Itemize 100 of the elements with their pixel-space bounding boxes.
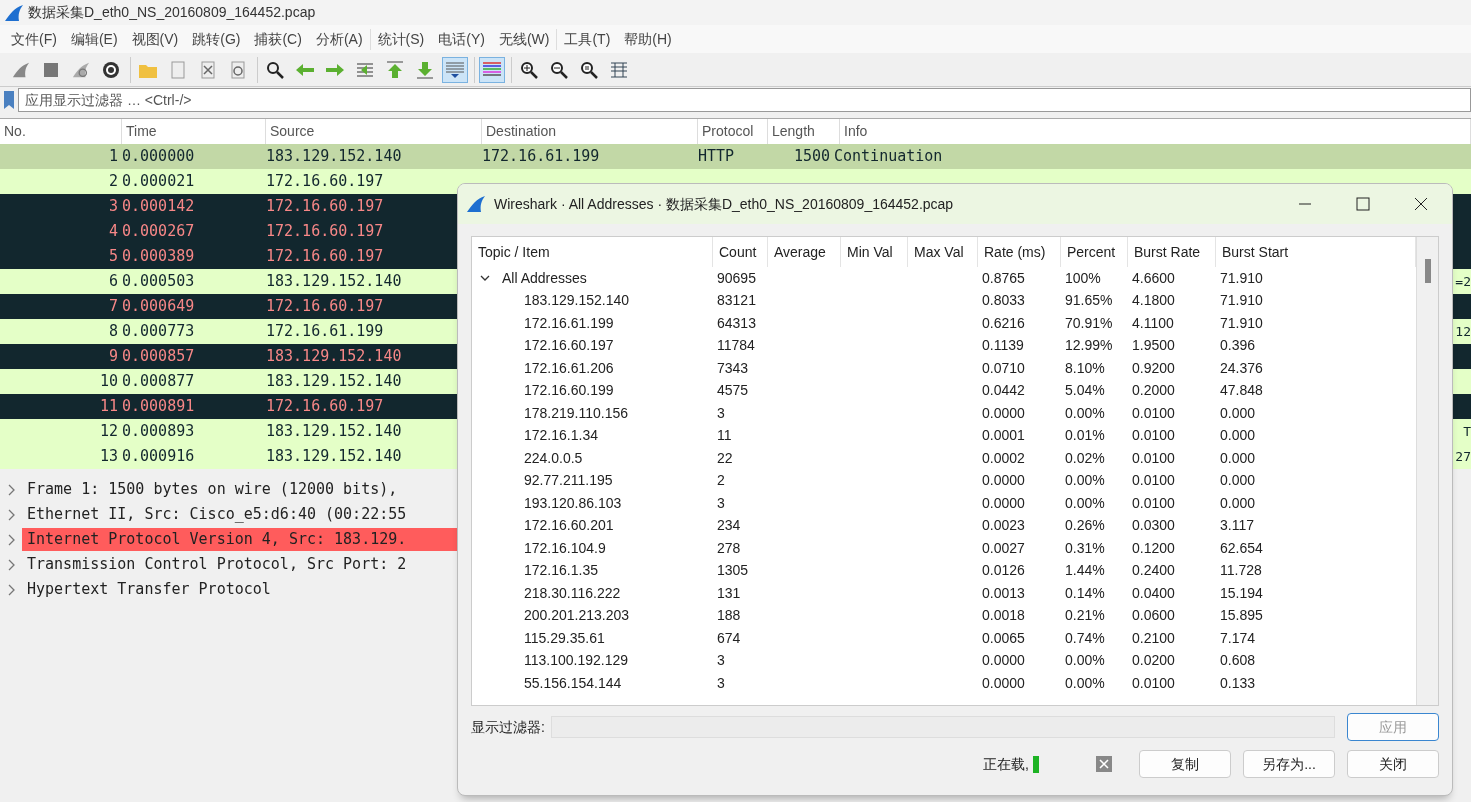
dialog-button[interactable]: 关闭 (1347, 750, 1439, 778)
chevron-right-icon[interactable] (7, 558, 15, 571)
table-cell-text: 0.14% (1064, 583, 1106, 603)
tree-item[interactable]: 172.16.61.199 (524, 312, 614, 334)
chevron-right-icon[interactable] (7, 583, 15, 596)
display-filter-field[interactable]: 应用显示过滤器 … <Ctrl-/> (18, 88, 1471, 112)
tree-item[interactable]: 172.16.1.34 (524, 425, 598, 447)
bookmark-icon[interactable] (2, 90, 16, 110)
tree-item[interactable]: 224.0.0.5 (524, 447, 583, 469)
column-header[interactable]: Average (768, 237, 841, 267)
tree-item[interactable]: 55.156.154.144 (524, 672, 622, 694)
table-cell-text: 7.174 (1219, 628, 1256, 648)
menu-item[interactable]: 视图(V) (124, 28, 186, 50)
tree-item[interactable]: 172.16.60.199 (524, 380, 614, 402)
down-arrow-icon[interactable] (415, 60, 435, 79)
menu-item[interactable]: 捕获(C) (247, 28, 309, 50)
gear-icon[interactable] (102, 60, 120, 79)
table-cell-text: 0.0000 (981, 471, 1026, 491)
table-cell-text: 13 (98, 446, 119, 468)
table-cell-text: 71.910 (1219, 268, 1263, 288)
scrollbar[interactable] (1416, 237, 1438, 705)
menu-item[interactable]: 编辑(E) (63, 28, 125, 50)
packet-row[interactable]: 1 0.000000 183.129.152.140 172.16.61.199 HTTP 1500 Continuation (0, 144, 1471, 169)
column-header[interactable]: Topic / Item (472, 237, 713, 267)
table-cell-text: 0.0400 (1131, 583, 1176, 603)
autoscroll-icon[interactable] (444, 59, 466, 80)
detail-row[interactable]: Hypertext Transfer Protocol (22, 578, 271, 601)
table-cell-text: 0.8033 (981, 291, 1026, 311)
column-header[interactable]: Min Val (841, 237, 908, 267)
tree-item[interactable]: 172.16.60.201 (524, 515, 614, 537)
tree-item[interactable]: 200.201.213.203 (524, 605, 630, 627)
restart-icon[interactable] (72, 60, 90, 79)
stop-icon[interactable] (1095, 755, 1113, 773)
menu-item[interactable]: 帮助(H) (617, 28, 679, 50)
table-cell-text: 0.0126 (981, 561, 1026, 581)
reload-icon[interactable] (229, 60, 247, 79)
tree-item[interactable]: 92.77.211.195 (524, 470, 613, 492)
tree-item[interactable]: 172.16.104.9 (524, 537, 606, 559)
column-header[interactable]: Percent (1061, 237, 1128, 267)
table-cell-text: 0.000000 (122, 146, 196, 168)
tree-item[interactable]: 193.120.86.103 (524, 492, 622, 514)
table-cell-text: 0.0023 (981, 516, 1026, 536)
search-icon[interactable] (266, 60, 284, 79)
stop-icon[interactable] (42, 60, 60, 79)
table-cell-text: 0.000 (1219, 426, 1256, 446)
table-cell-text: 0.0013 (981, 583, 1026, 603)
column-header[interactable]: Max Val (908, 237, 978, 267)
detail-row[interactable]: Ethernet II, Src: Cisco_e5:d6:40 (00:22:55 (22, 503, 407, 526)
shark-fin-icon[interactable] (12, 60, 30, 79)
table-cell-text: =2 (1455, 272, 1471, 291)
detail-row[interactable]: Frame 1: 1500 bytes on wire (12000 bits), (22, 478, 398, 501)
menu-item[interactable]: 分析(A) (308, 28, 370, 50)
chevron-right-icon[interactable] (7, 533, 15, 546)
tree-item[interactable]: 183.129.152.140 (524, 290, 630, 312)
zoom-reset-icon[interactable] (580, 60, 598, 79)
tree-item[interactable]: 172.16.60.197 (524, 335, 614, 357)
menu-item[interactable]: 工具(T) (556, 28, 618, 50)
tree-item[interactable]: 113.100.192.129 (524, 650, 629, 672)
table-cell-text: 0.000857 (122, 346, 196, 368)
column-header[interactable]: Rate (ms) (978, 237, 1061, 267)
detail-row[interactable]: Transmission Control Protocol, Src Port: 2 (22, 553, 407, 576)
chevron-right-icon[interactable] (7, 508, 15, 521)
table-cell-text: 172.16.61.199 (266, 321, 385, 343)
tree-item[interactable]: All Addresses (502, 267, 587, 289)
tree-item[interactable]: 172.16.1.35 (524, 560, 598, 582)
column-header[interactable]: Count (713, 237, 768, 267)
table-cell-text: 0.000 (1219, 493, 1256, 513)
tree-item[interactable]: 172.16.61.206 (524, 357, 614, 379)
zoom-in-icon[interactable] (520, 60, 538, 79)
chevron-right-icon[interactable] (7, 483, 15, 496)
app-logo-icon (4, 3, 24, 22)
table-cell-text: 0.0100 (1131, 471, 1176, 491)
tree-item[interactable]: 115.29.35.61 (524, 627, 605, 649)
table-cell-text: 0.000773 (122, 321, 196, 343)
close-icon[interactable] (1414, 197, 1428, 211)
menu-item[interactable]: 跳转(G) (185, 28, 248, 50)
resize-columns-icon[interactable] (610, 60, 628, 79)
menu-item[interactable]: 无线(W) (491, 28, 557, 50)
dialog-button[interactable]: 另存为... (1243, 750, 1335, 778)
table-cell-text: 278 (716, 538, 742, 558)
jump-icon[interactable] (355, 60, 375, 79)
close-file-icon[interactable] (199, 60, 217, 79)
maximize-icon[interactable] (1356, 197, 1370, 211)
menu-item[interactable]: 电话(Y) (431, 28, 492, 50)
dialog-button[interactable]: 复制 (1139, 750, 1231, 778)
tree-item[interactable]: 218.30.116.222 (524, 582, 621, 604)
table-cell-text: 6 (107, 271, 119, 293)
menu-item[interactable]: 统计(S) (369, 28, 432, 50)
table-cell-text: 1.9500 (1131, 336, 1176, 356)
table-cell-text: 0.000649 (122, 296, 196, 318)
tree-item[interactable]: 178.219.110.156 (524, 402, 629, 424)
table-cell-text: 0.2100 (1131, 628, 1176, 648)
zoom-out-icon[interactable] (550, 60, 568, 79)
table-cell-text: T (1463, 422, 1471, 441)
up-arrow-icon[interactable] (385, 60, 405, 79)
table-cell-text: 8.10% (1064, 358, 1106, 378)
column-header[interactable]: Burst Rate (1128, 237, 1216, 267)
table-cell-text: 27 (1455, 447, 1471, 466)
table-cell-text: 183.129.152.140 (266, 146, 403, 168)
menu-item[interactable]: 文件(F) (4, 28, 64, 50)
